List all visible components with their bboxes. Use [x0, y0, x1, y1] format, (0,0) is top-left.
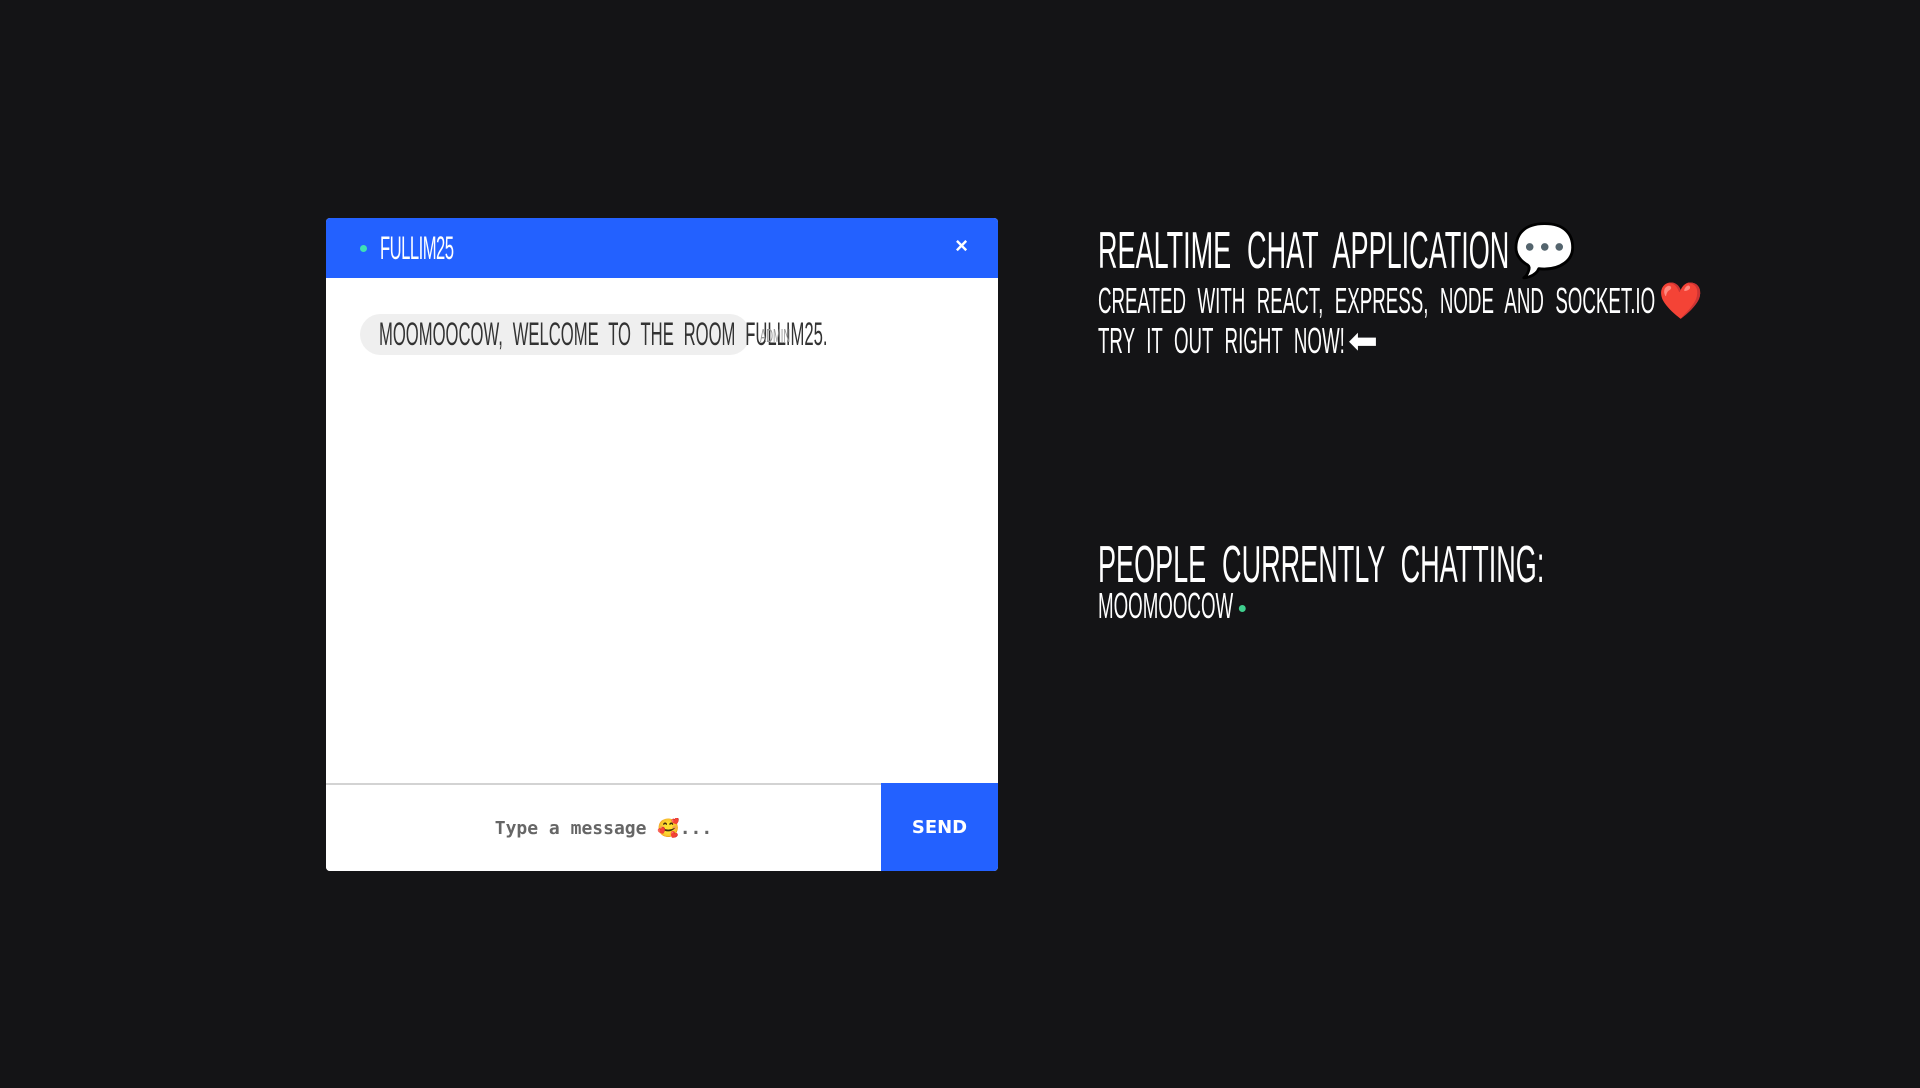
close-icon[interactable]: × — [955, 233, 968, 259]
cta-text: Try it out right now! — [1098, 320, 1345, 361]
message-input[interactable] — [326, 785, 881, 871]
call-to-action: Try it out right now!⬅ — [1098, 320, 1609, 362]
app-subtitle: Created with React, Express, Node and So… — [1098, 280, 1920, 322]
room-name: fullim25 — [380, 230, 454, 266]
online-indicator-icon — [1238, 604, 1246, 612]
app-title-text: Realtime Chat Application — [1098, 222, 1510, 280]
speech-bubble-icon: 💬 — [1512, 222, 1577, 280]
online-indicator-icon — [360, 245, 367, 252]
arrow-left-icon: ⬅ — [1347, 320, 1378, 361]
heart-icon: ❤️ — [1658, 280, 1703, 321]
chat-header: fullim25 × — [326, 218, 998, 278]
app-title: Realtime Chat Application💬 — [1098, 220, 1920, 281]
message-bubble: moomoocow, welcome to the room fullim25. — [360, 314, 828, 355]
message-sender: admin — [760, 326, 791, 346]
message-list[interactable]: moomoocow, welcome to the room fullim25.… — [326, 278, 998, 783]
people-list: moomoocow — [1098, 585, 1379, 627]
person-name: moomoocow — [1098, 585, 1234, 626]
send-button[interactable]: SEND — [881, 783, 998, 871]
message-form: SEND — [326, 783, 998, 871]
app-subtitle-text: Created with React, Express, Node and So… — [1098, 280, 1656, 321]
chat-window: fullim25 × moomoocow, welcome to the roo… — [326, 218, 998, 871]
